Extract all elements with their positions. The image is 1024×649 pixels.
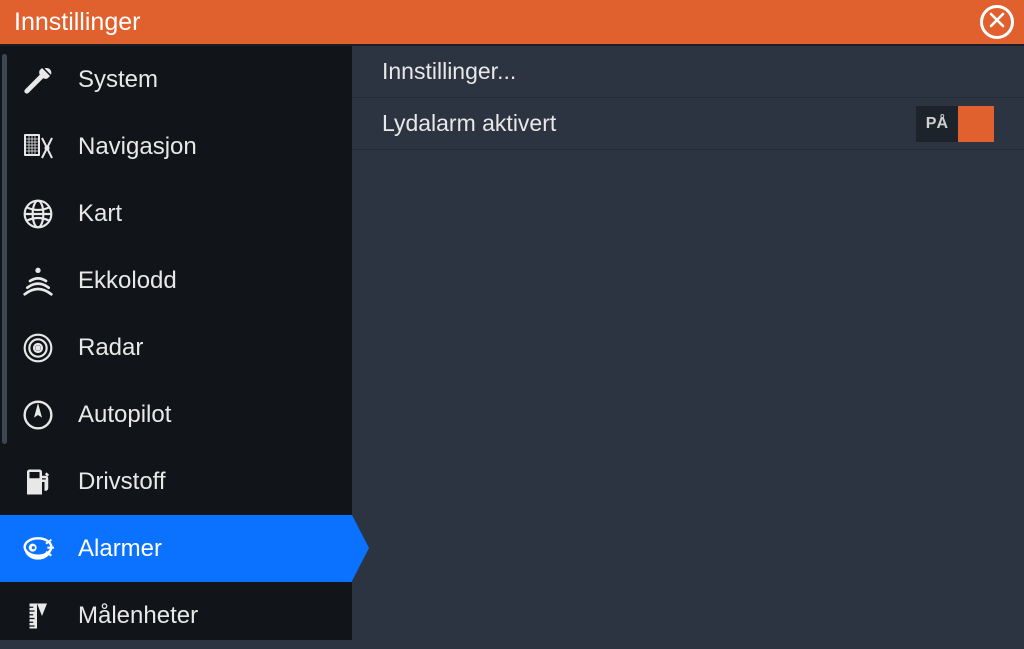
sidebar-item-units[interactable]: Målenheter xyxy=(0,582,352,649)
content-panel: Innstillinger... Lydalarm aktivert PÅ xyxy=(352,46,1024,640)
close-icon xyxy=(988,11,1006,34)
window-title: Innstillinger xyxy=(14,8,140,37)
sidebar-item-echo[interactable]: Ekkolodd xyxy=(0,247,352,314)
sidebar: System Navigasjon xyxy=(0,46,352,640)
sidebar-item-label: Radar xyxy=(78,334,143,362)
alarm-icon xyxy=(22,533,66,565)
navigation-icon xyxy=(22,130,66,164)
sidebar-item-navigation[interactable]: Navigasjon xyxy=(0,113,352,180)
settings-row[interactable]: Innstillinger... xyxy=(352,46,1024,98)
radar-icon xyxy=(22,332,66,364)
globe-icon xyxy=(22,198,66,230)
ruler-icon xyxy=(22,601,66,631)
sidebar-item-alarms[interactable]: Alarmer xyxy=(0,515,352,582)
siren-enabled-row[interactable]: Lydalarm aktivert PÅ xyxy=(352,98,1024,150)
sidebar-item-label: Målenheter xyxy=(78,602,198,630)
fuel-icon xyxy=(22,467,66,497)
sidebar-item-label: Autopilot xyxy=(78,401,171,429)
sidebar-item-chart[interactable]: Kart xyxy=(0,180,352,247)
row-label: Innstillinger... xyxy=(382,58,516,85)
sidebar-item-label: Drivstoff xyxy=(78,468,166,496)
row-label: Lydalarm aktivert xyxy=(382,110,556,137)
sidebar-item-fuel[interactable]: Drivstoff xyxy=(0,448,352,515)
titlebar: Innstillinger xyxy=(0,0,1024,46)
sonar-icon xyxy=(22,265,66,297)
close-button[interactable] xyxy=(980,5,1014,39)
sidebar-item-label: Alarmer xyxy=(78,535,162,563)
toggle-knob xyxy=(958,106,994,142)
sidebar-item-label: Navigasjon xyxy=(78,133,197,161)
sidebar-item-label: Kart xyxy=(78,200,122,228)
sidebar-item-label: System xyxy=(78,66,158,94)
wrench-icon xyxy=(22,64,66,96)
autopilot-icon xyxy=(22,399,66,431)
sidebar-item-radar[interactable]: Radar xyxy=(0,314,352,381)
sidebar-item-label: Ekkolodd xyxy=(78,267,177,295)
sidebar-item-system[interactable]: System xyxy=(0,46,352,113)
sidebar-item-autopilot[interactable]: Autopilot xyxy=(0,381,352,448)
toggle-label: PÅ xyxy=(916,106,958,142)
siren-toggle[interactable]: PÅ xyxy=(916,106,994,142)
